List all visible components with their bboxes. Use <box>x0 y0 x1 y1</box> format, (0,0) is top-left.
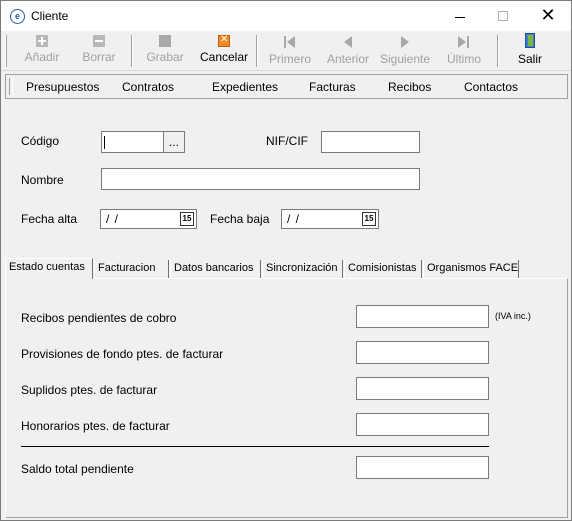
next-icon <box>399 35 411 49</box>
next-record-button[interactable]: Siguiente <box>377 33 433 69</box>
add-button-label: Añadir <box>24 50 60 64</box>
calendar-icon[interactable]: 15 <box>362 212 376 226</box>
toolbar-separator <box>497 35 499 67</box>
nombre-input[interactable] <box>101 168 420 190</box>
related-records-menu: Presupuestos Contratos Expedientes Factu… <box>5 74 568 99</box>
codigo-label: Código <box>21 134 60 148</box>
tab-facturacion[interactable]: Facturacion <box>94 260 169 279</box>
next-record-label: Siguiente <box>379 52 431 66</box>
calendar-icon[interactable]: 15 <box>180 212 194 226</box>
tab-estado-cuentas[interactable]: Estado cuentas <box>5 258 93 279</box>
fecha-baja-value: / / <box>287 212 301 226</box>
save-button-label: Grabar <box>146 50 184 64</box>
tab-organismos-face[interactable]: Organismos FACE <box>423 260 519 279</box>
toolbar-separator <box>131 35 133 67</box>
minus-icon <box>93 35 105 47</box>
recibos-pendientes-label: Recibos pendientes de cobro <box>21 311 177 325</box>
client-window: e Cliente ✕ Añadir Borrar Grabar Cancela… <box>0 0 572 521</box>
maximize-icon <box>498 11 508 21</box>
fecha-baja-label: Fecha baja <box>210 212 270 226</box>
delete-button[interactable]: Borrar <box>77 33 121 69</box>
save-icon <box>159 35 171 47</box>
honorarios-label: Honorarios ptes. de facturar <box>21 419 170 433</box>
exit-button[interactable]: Salir <box>509 33 551 69</box>
window-title: Cliente <box>31 9 69 23</box>
last-record-icon <box>458 35 470 49</box>
nif-input[interactable] <box>321 131 420 153</box>
exit-door-icon <box>523 33 537 49</box>
cancel-button[interactable]: Cancelar <box>197 33 251 69</box>
fecha-alta-input[interactable]: / / 15 <box>100 209 197 229</box>
minimize-button[interactable] <box>438 1 482 31</box>
toolbar-grip[interactable] <box>5 35 7 67</box>
saldo-total-label: Saldo total pendiente <box>21 462 134 476</box>
previous-record-button[interactable]: Anterior <box>323 33 373 69</box>
first-record-label: Primero <box>268 52 311 66</box>
title-bar: e Cliente ✕ <box>1 1 571 31</box>
first-record-icon <box>284 35 296 49</box>
codigo-lookup-button[interactable]: ... <box>163 131 185 153</box>
close-button[interactable]: ✕ <box>526 1 570 31</box>
honorarios-field[interactable] <box>356 413 489 436</box>
tab-sincronizacion[interactable]: Sincronización <box>262 260 343 279</box>
save-button[interactable]: Grabar <box>143 33 187 69</box>
menu-item-contratos[interactable]: Contratos <box>122 80 174 94</box>
fecha-alta-value: / / <box>106 212 120 226</box>
menu-item-facturas[interactable]: Facturas <box>309 80 356 94</box>
plus-icon <box>36 35 48 47</box>
tab-datos-bancarios[interactable]: Datos bancarios <box>170 260 261 279</box>
delete-button-label: Borrar <box>82 50 116 64</box>
app-logo-icon: e <box>10 9 25 24</box>
exit-button-label: Salir <box>517 52 542 66</box>
saldo-total-field[interactable] <box>356 456 489 479</box>
iva-note: (IVA inc.) <box>495 311 531 321</box>
last-record-label: Último <box>446 52 481 66</box>
first-record-button[interactable]: Primero <box>265 33 315 69</box>
cancel-button-label: Cancelar <box>199 50 249 64</box>
menu-item-contactos[interactable]: Contactos <box>464 80 518 94</box>
totals-divider <box>21 446 489 447</box>
close-icon: ✕ <box>540 5 556 26</box>
recibos-pendientes-field[interactable] <box>356 305 489 328</box>
previous-record-label: Anterior <box>326 52 370 66</box>
minimize-icon <box>455 16 465 18</box>
suplidos-field[interactable] <box>356 377 489 400</box>
tab-strip: Estado cuentas Facturacion Datos bancari… <box>5 258 568 279</box>
toolbar: Añadir Borrar Grabar Cancelar Primero An… <box>1 31 571 71</box>
add-button[interactable]: Añadir <box>19 33 65 69</box>
fecha-alta-label: Fecha alta <box>21 212 78 226</box>
menu-item-presupuestos[interactable]: Presupuestos <box>26 80 99 94</box>
provisiones-label: Provisiones de fondo ptes. de facturar <box>21 347 224 361</box>
suplidos-label: Suplidos ptes. de facturar <box>21 383 158 397</box>
tab-comisionistas[interactable]: Comisionistas <box>344 260 422 279</box>
fecha-baja-input[interactable]: / / 15 <box>281 209 379 229</box>
nif-label: NIF/CIF <box>266 134 308 148</box>
provisiones-field[interactable] <box>356 341 489 364</box>
codigo-input[interactable] <box>101 131 163 153</box>
last-record-button[interactable]: Último <box>441 33 487 69</box>
menu-item-expedientes[interactable]: Expedientes <box>212 80 278 94</box>
menu-item-recibos[interactable]: Recibos <box>388 80 431 94</box>
text-cursor <box>104 136 105 149</box>
nombre-label: Nombre <box>21 173 64 187</box>
maximize-button[interactable] <box>481 1 525 31</box>
cancel-icon <box>218 34 230 47</box>
toolbar-separator <box>256 35 258 67</box>
previous-icon <box>342 35 354 49</box>
